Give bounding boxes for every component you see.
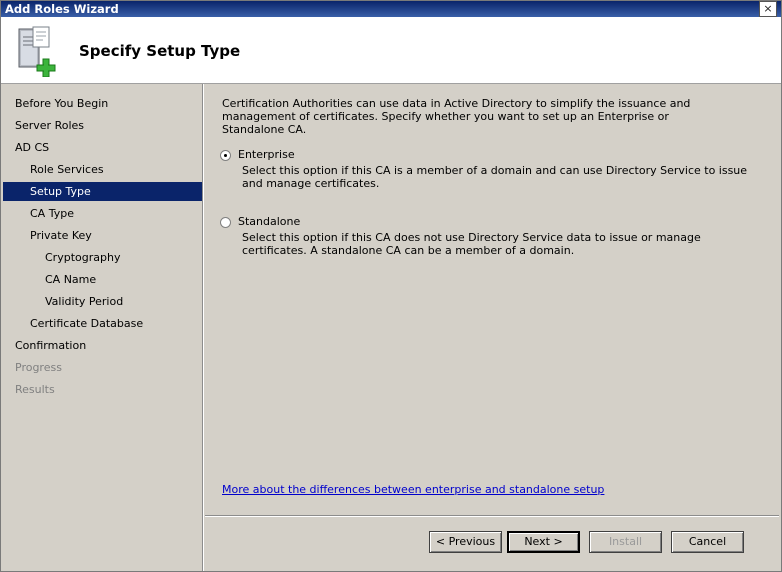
nav-item-ca-name[interactable]: CA Name: [3, 270, 202, 289]
nav-item-role-services[interactable]: Role Services: [3, 160, 202, 179]
nav-item-setup-type[interactable]: Setup Type: [3, 182, 202, 201]
nav-item-validity-period[interactable]: Validity Period: [3, 292, 202, 311]
standalone-description: Select this option if this CA does not u…: [242, 231, 701, 257]
server-add-role-icon: [18, 26, 56, 77]
nav-item-private-key[interactable]: Private Key: [3, 226, 202, 245]
nav-item-results: Results: [15, 383, 55, 396]
enterprise-description: Select this option if this CA is a membe…: [242, 164, 748, 190]
nav-item-before-you-begin[interactable]: Before You Begin: [3, 94, 202, 113]
next-button[interactable]: Next >: [507, 531, 580, 553]
cancel-button[interactable]: Cancel: [671, 531, 744, 553]
more-info-link[interactable]: More about the differences between enter…: [222, 483, 604, 496]
close-icon[interactable]: ×: [759, 1, 777, 17]
add-roles-wizard-window: Add Roles Wizard × Specify Setup Type Be…: [0, 0, 782, 572]
enterprise-radio[interactable]: [220, 150, 231, 161]
footer-divider: [205, 515, 779, 517]
wizard-header: Specify Setup Type: [1, 17, 781, 84]
page-title: Specify Setup Type: [79, 42, 241, 60]
nav-item-ad-cs[interactable]: AD CS: [3, 138, 202, 157]
nav-item-progress: Progress: [15, 361, 62, 374]
page-description: Certification Authorities can use data i…: [222, 97, 691, 136]
nav-item-cryptography[interactable]: Cryptography: [3, 248, 202, 267]
nav-item-certificate-database[interactable]: Certificate Database: [3, 314, 202, 333]
standalone-radio[interactable]: [220, 217, 231, 228]
install-button: Install: [589, 531, 662, 553]
nav-item-server-roles[interactable]: Server Roles: [3, 116, 202, 135]
window-title: Add Roles Wizard: [5, 2, 119, 16]
previous-button[interactable]: < Previous: [429, 531, 502, 553]
nav-item-confirmation[interactable]: Confirmation: [3, 336, 202, 355]
enterprise-label[interactable]: Enterprise: [238, 148, 295, 161]
standalone-label[interactable]: Standalone: [238, 215, 300, 228]
nav-item-ca-type[interactable]: CA Type: [3, 204, 202, 223]
title-bar[interactable]: Add Roles Wizard ×: [1, 1, 781, 17]
wizard-steps-nav: Before You Begin Server Roles AD CS Role…: [1, 84, 204, 571]
setup-type-panel: Certification Authorities can use data i…: [205, 84, 779, 516]
